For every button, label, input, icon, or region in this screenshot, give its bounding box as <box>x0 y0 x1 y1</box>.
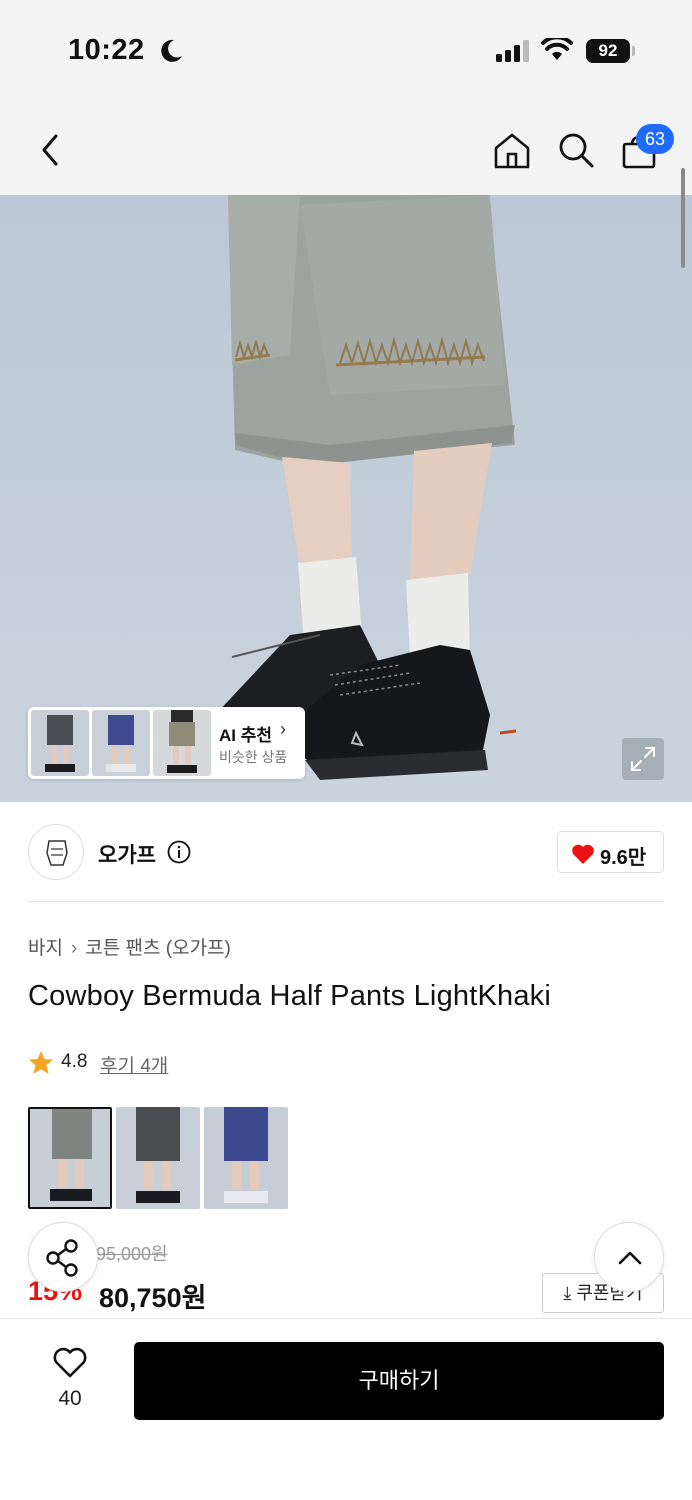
breadcrumb-subcategory[interactable]: 코튼 팬츠 (오가프) <box>85 938 231 959</box>
buy-button[interactable]: 구매하기 <box>134 1342 664 1420</box>
product-main-image[interactable]: AI 추천 › 비슷한 상품 <box>0 195 692 802</box>
breadcrumb-category[interactable]: 바지 <box>28 938 63 959</box>
search-icon[interactable] <box>556 130 596 170</box>
wishlist-count: 40 <box>58 1387 82 1410</box>
heart-filled-icon <box>572 844 594 864</box>
wishlist-button[interactable]: 40 <box>40 1345 100 1415</box>
color-option-light-khaki[interactable] <box>28 1107 112 1209</box>
recommend-thumbnail[interactable] <box>153 710 211 776</box>
expand-image-button[interactable] <box>622 738 664 780</box>
original-price: 95,000원 <box>96 1244 168 1264</box>
battery-tip <box>632 46 635 56</box>
section-divider <box>28 901 664 902</box>
back-arrow-icon[interactable] <box>34 130 70 170</box>
brand-like-count: 9.6만 <box>600 847 647 869</box>
brand-name[interactable]: 오가프 <box>98 839 156 869</box>
wifi-icon <box>541 38 573 60</box>
color-option-navy[interactable] <box>204 1107 288 1209</box>
share-icon <box>46 1239 78 1277</box>
breadcrumb: 바지 › 코튼 팬츠 (오가프) <box>28 933 231 960</box>
sale-price: 80,750원 <box>99 1283 207 1313</box>
share-button[interactable] <box>28 1222 98 1292</box>
brand-logo-image <box>46 840 68 866</box>
product-title: Cowboy Bermuda Half Pants LightKhaki <box>28 980 552 1012</box>
recommend-thumbnail[interactable] <box>31 710 89 776</box>
star-icon <box>29 1051 53 1074</box>
reviews-link[interactable]: 후기 4개 <box>100 1051 168 1078</box>
bottom-action-bar: 40 구매하기 <box>0 1318 692 1500</box>
recommend-thumbnail[interactable] <box>92 710 150 776</box>
status-time: 10:22 <box>68 34 145 66</box>
status-bar: 10:22 92 <box>0 0 692 100</box>
ai-recommend-subtitle: 비슷한 상품 <box>219 749 288 765</box>
home-icon[interactable] <box>492 130 532 170</box>
brand-like-button[interactable]: 9.6만 <box>557 831 664 873</box>
scroll-to-top-button[interactable] <box>594 1222 664 1292</box>
chevron-up-icon <box>618 1251 642 1265</box>
expand-icon <box>631 747 655 771</box>
info-icon[interactable] <box>167 840 191 864</box>
heart-outline-icon <box>53 1347 87 1378</box>
color-option-charcoal[interactable] <box>116 1107 200 1209</box>
ai-recommend-card[interactable]: AI 추천 › 비슷한 상품 <box>28 707 305 779</box>
brand-logo[interactable] <box>28 824 84 880</box>
rating-score: 4.8 <box>61 1051 88 1072</box>
cart-count-badge: 63 <box>636 124 674 154</box>
moon-icon <box>161 39 182 62</box>
chevron-right-icon: › <box>280 719 286 739</box>
page-scrollbar[interactable] <box>681 168 685 268</box>
ai-recommend-title: AI 추천 <box>219 726 273 745</box>
top-navigation-bar: 63 <box>0 100 692 195</box>
battery-indicator: 92 <box>586 39 630 63</box>
chevron-right-icon: › <box>70 938 78 959</box>
cellular-signal-icon <box>496 40 529 62</box>
